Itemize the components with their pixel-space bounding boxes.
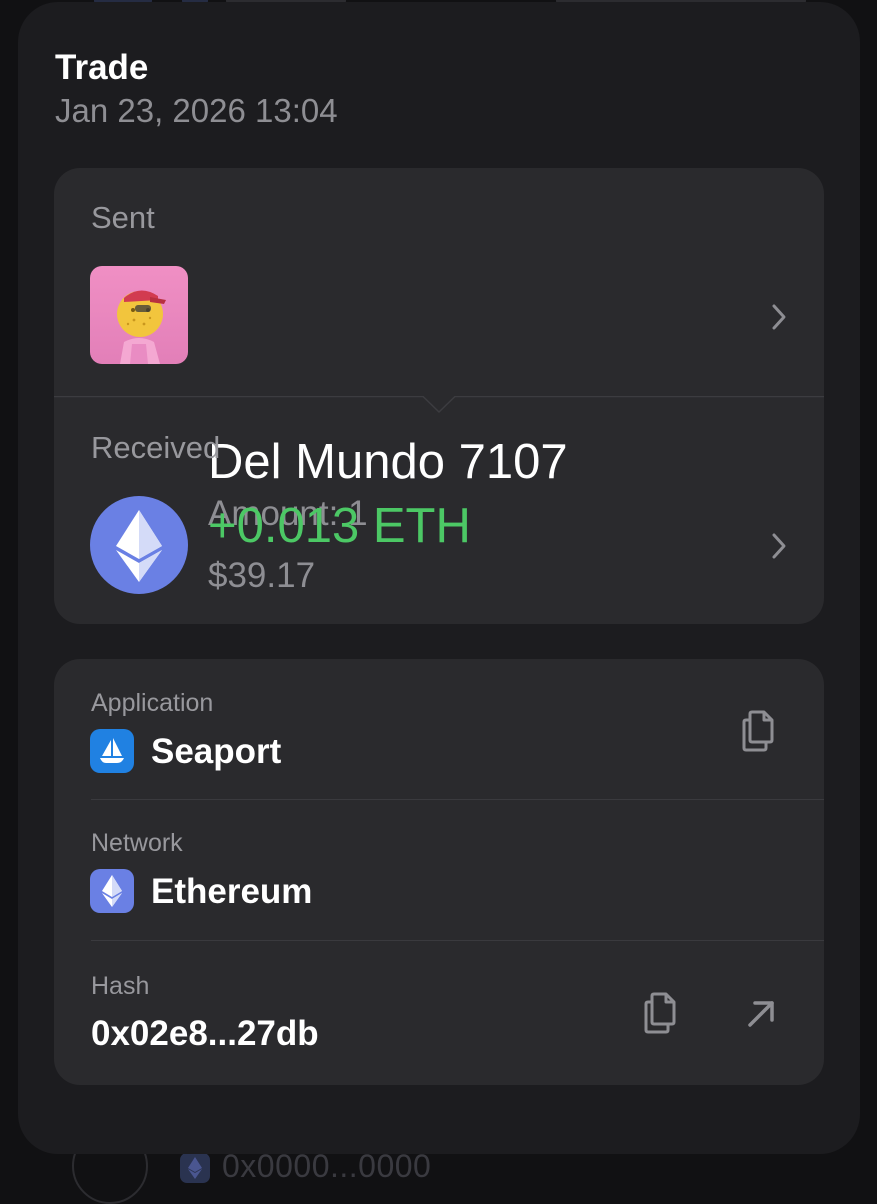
network-label: Network [91, 829, 183, 857]
section-divider [54, 395, 824, 416]
application-label: Application [91, 689, 214, 717]
copy-icon[interactable] [736, 705, 782, 755]
transaction-details-card: Application Seaport Network Ethereum Has… [54, 659, 824, 1085]
chevron-right-icon[interactable] [764, 531, 794, 561]
row-divider [91, 940, 824, 941]
sent-asset-name: Del Mundo 7107 [208, 435, 568, 489]
hash-value: 0x02e8...27db [91, 1014, 319, 1053]
background-ethereum-icon [180, 1153, 210, 1183]
trade-summary-card: Sent Del Mundo 7107 Amount: 1 Received +… [54, 168, 824, 624]
row-divider [91, 799, 824, 800]
ethereum-icon [90, 869, 134, 913]
nft-thumbnail [90, 266, 188, 364]
hash-label: Hash [91, 972, 150, 1000]
copy-icon[interactable] [638, 987, 684, 1037]
network-value: Ethereum [151, 872, 313, 911]
transaction-date: Jan 23, 2026 13:04 [55, 92, 338, 129]
chevron-right-icon[interactable] [764, 302, 794, 332]
seaport-icon [90, 729, 134, 773]
external-link-icon[interactable] [738, 989, 784, 1039]
eth-coin-icon [90, 496, 188, 594]
received-label: Received [91, 430, 221, 465]
sent-label: Sent [91, 200, 155, 235]
received-amount: +0.013 ETH [208, 499, 471, 553]
transaction-detail-sheet: Trade Jan 23, 2026 13:04 Sent Del Mundo … [18, 2, 860, 1154]
page-title: Trade [55, 48, 149, 87]
received-usd-value: $39.17 [208, 556, 316, 595]
application-value: Seaport [151, 732, 282, 771]
